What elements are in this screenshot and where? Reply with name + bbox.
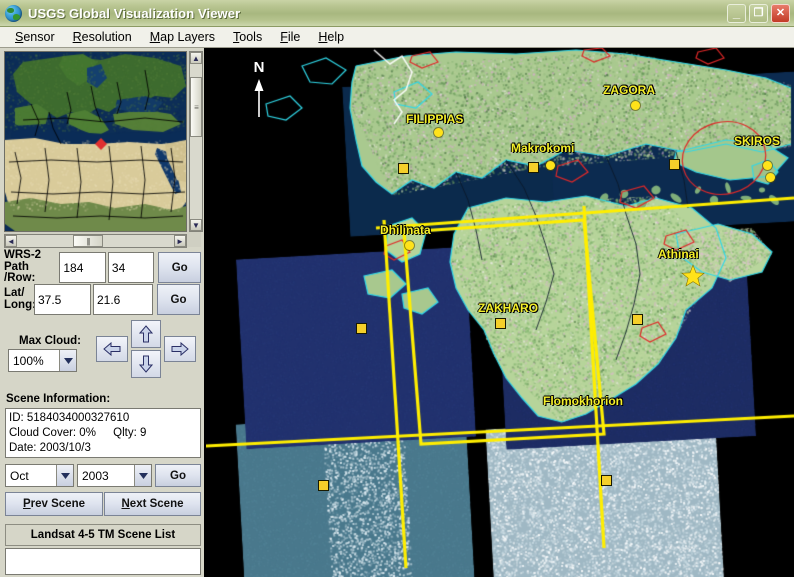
year-dropdown[interactable]: 2003 [77, 464, 152, 487]
menu-resolution[interactable]: Resolution [64, 28, 141, 47]
overview-map-container: ▲ ≡ ▼ ◄ ||| ► [4, 51, 203, 248]
scene-center-marker[interactable] [528, 162, 539, 173]
scene-cloud-cover-text: Cloud Cover: 0% [9, 427, 96, 439]
arrow-right-icon [171, 342, 189, 356]
lat-input[interactable]: 37.5 [34, 284, 91, 315]
arrow-up-icon [139, 325, 153, 343]
scroll-horizontal-thumb[interactable]: ||| [73, 235, 103, 247]
arrow-left-icon [103, 342, 121, 356]
scene-information-box: ID: 5184034000327610 Cloud Cover: 0% Qlt… [5, 408, 201, 458]
window-controls: _ ❐ ✕ [727, 4, 790, 23]
scene-center-marker[interactable] [632, 314, 643, 325]
latlong-label: Lat/ Long: [4, 287, 36, 311]
pan-down-button[interactable] [131, 350, 161, 378]
max-cloud-label: Max Cloud: [19, 335, 81, 347]
scene-center-marker[interactable] [495, 318, 506, 329]
menu-bar: Sensor Resolution Map Layers Tools File … [0, 27, 794, 48]
globe-icon [5, 4, 22, 22]
scene-information-title: Scene Information: [6, 393, 111, 405]
scroll-right-arrow[interactable]: ► [174, 235, 186, 247]
window-title: USGS Global Visualization Viewer [28, 5, 241, 21]
chevron-down-icon[interactable] [59, 350, 76, 371]
menu-tools[interactable]: Tools [224, 28, 271, 47]
row-input[interactable]: 34 [107, 252, 155, 283]
long-input[interactable]: 21.6 [93, 284, 153, 315]
scene-cloud-quality-row: Cloud Cover: 0% Qlty: 9 [9, 426, 197, 441]
scene-center-marker[interactable] [669, 159, 680, 170]
satellite-imagery-canvas [206, 48, 794, 577]
capital-city-star-icon [681, 264, 705, 293]
scene-list-header: Landsat 4-5 TM Scene List [5, 524, 201, 546]
prev-scene-label: Prev Scene [22, 498, 86, 510]
scene-center-marker[interactable] [398, 163, 409, 174]
path-input[interactable]: 184 [59, 252, 106, 283]
max-cloud-dropdown[interactable]: 100% [8, 349, 77, 372]
wrs-path-row-group: WRS-2 Path /Row: 184 34 Go [4, 249, 201, 285]
overview-horizontal-scrollbar[interactable]: ◄ ||| ► [4, 234, 187, 248]
next-scene-button[interactable]: Next Scene [104, 492, 201, 516]
month-value: Oct [10, 468, 29, 483]
city-marker-dot [405, 241, 414, 250]
title-bar: USGS Global Visualization Viewer _ ❐ ✕ [0, 0, 794, 27]
pan-left-button[interactable] [96, 336, 128, 362]
city-marker-dot [631, 101, 640, 110]
app-window: USGS Global Visualization Viewer _ ❐ ✕ S… [0, 0, 794, 577]
world-overview-map[interactable] [4, 51, 187, 232]
chevron-down-icon-year[interactable] [134, 465, 151, 486]
wrs-go-button[interactable]: Go [158, 252, 201, 283]
overview-vertical-scrollbar[interactable]: ▲ ≡ ▼ [189, 51, 203, 232]
latlong-go-button[interactable]: Go [157, 284, 200, 315]
scroll-up-arrow[interactable]: ▲ [190, 52, 202, 64]
scene-list[interactable] [5, 548, 201, 575]
scroll-down-arrow[interactable]: ▼ [190, 219, 202, 231]
date-go-button[interactable]: Go [155, 464, 201, 487]
scene-quality-text: Qlty: 9 [113, 427, 147, 439]
wrs-label: WRS-2 Path /Row: [4, 249, 42, 285]
pan-right-button[interactable] [164, 336, 196, 362]
scroll-left-arrow[interactable]: ◄ [5, 235, 17, 247]
maximize-button[interactable]: ❐ [749, 4, 768, 23]
month-dropdown[interactable]: Oct [5, 464, 74, 487]
city-marker-dot [434, 128, 443, 137]
map-viewport[interactable]: N FILIPPIAS ZAGORA SKIROS Makrokomi Dhilinat… [206, 48, 794, 577]
sidebar-panel: ▲ ≡ ▼ ◄ ||| ► WRS-2 Path /Row: 184 34 Go… [0, 48, 205, 577]
next-scene-label: Next Scene [121, 498, 184, 510]
minimize-button[interactable]: _ [727, 4, 746, 23]
max-cloud-value: 100% [13, 353, 44, 368]
city-marker-dot [763, 161, 772, 170]
pan-up-button[interactable] [131, 320, 161, 348]
scene-date-text: Date: 2003/10/3 [9, 442, 91, 454]
close-button[interactable]: ✕ [771, 4, 790, 23]
chevron-down-icon-month[interactable] [56, 465, 73, 486]
city-marker-dot [546, 161, 555, 170]
maximize-icon: ❐ [753, 7, 764, 19]
menu-help[interactable]: Help [309, 28, 353, 47]
scene-id-text: ID: 5184034000327610 [9, 412, 130, 424]
prev-scene-button[interactable]: Prev Scene [5, 492, 103, 516]
minimize-icon: _ [732, 5, 741, 20]
close-icon: ✕ [775, 7, 786, 19]
menu-map-layers[interactable]: Map Layers [141, 28, 224, 47]
scene-center-marker[interactable] [601, 475, 612, 486]
menu-sensor[interactable]: Sensor [6, 28, 64, 47]
scene-center-marker[interactable] [356, 323, 367, 334]
scroll-vertical-thumb[interactable]: ≡ [190, 77, 202, 137]
menu-file[interactable]: File [271, 28, 309, 47]
arrow-down-icon [139, 355, 153, 373]
year-value: 2003 [82, 468, 109, 483]
city-marker-dot [766, 173, 775, 182]
scene-center-marker[interactable] [318, 480, 329, 491]
latlong-group: Lat/ Long: 37.5 21.6 Go [4, 284, 201, 315]
